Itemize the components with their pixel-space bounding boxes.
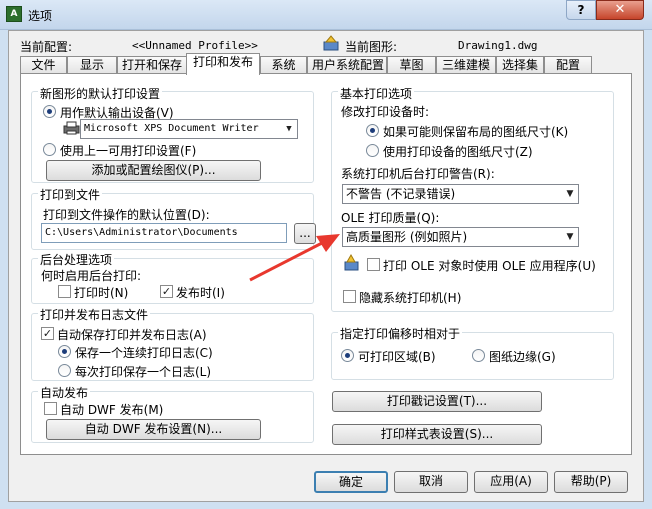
auto-dwf-checkbox[interactable] (44, 402, 57, 415)
tab-drafting[interactable]: 草图 (387, 56, 436, 74)
current-drawing-value: Drawing1.dwg (458, 39, 538, 52)
use-last-settings-radio[interactable] (43, 143, 56, 156)
tab-open-save[interactable]: 打开和保存 (117, 56, 187, 74)
chevron-down-icon: ▼ (566, 232, 574, 242)
cancel-button[interactable]: 取消 (394, 471, 468, 493)
default-device-select[interactable]: Microsoft XPS Document Writer ▼ (80, 119, 298, 139)
use-ole-app-label: 打印 OLE 对象时使用 OLE 应用程序(U) (383, 259, 596, 273)
browse-location-button[interactable]: ... (294, 223, 316, 244)
plot-offset-title: 指定打印偏移时相对于 (338, 325, 463, 342)
keep-layout-size-radio[interactable] (366, 124, 379, 137)
background-processing-title: 后台处理选项 (38, 251, 115, 268)
spooler-alert-label: 系统打印机后台打印警告(R): (341, 167, 495, 181)
tab-user-preferences[interactable]: 用户系统配置 (307, 56, 387, 74)
printer-icon (63, 121, 80, 135)
tab-3d-modeling[interactable]: 三维建模 (436, 56, 496, 74)
add-configure-plotter-button[interactable]: 添加或配置绘图仪(P)... (46, 160, 261, 181)
tab-plot-publish[interactable]: 打印和发布 (186, 53, 260, 75)
use-device-size-label: 使用打印设备的图纸尺寸(Z) (383, 145, 533, 159)
help-title-button[interactable]: ? (566, 0, 596, 20)
use-last-settings-label: 使用上一可用打印设置(F) (60, 144, 197, 158)
paper-edge-radio[interactable] (472, 349, 485, 362)
chevron-down-icon: ▼ (286, 124, 292, 134)
plot-stamp-settings-button[interactable]: 打印戳记设置(T)... (332, 391, 542, 412)
printable-area-label: 可打印区域(B) (358, 350, 436, 364)
spooler-alert-select[interactable]: 不警告 (不记录错误) ▼ (342, 184, 579, 204)
close-window-button[interactable]: ✕ (596, 0, 644, 20)
window-title: 选项 (28, 9, 53, 23)
tab-system[interactable]: 系统 (260, 56, 307, 74)
ole-quality-value: 高质量图形 (例如照片) (346, 230, 468, 244)
plot-style-table-settings-button[interactable]: 打印样式表设置(S)... (332, 424, 542, 445)
when-publishing-label: 发布时(I) (176, 286, 225, 300)
current-config-label: 当前配置: (20, 40, 73, 54)
drawing-file-icon (323, 35, 340, 51)
ok-button[interactable]: 确定 (314, 471, 388, 493)
tab-selection[interactable]: 选择集 (496, 56, 544, 74)
hide-system-printers-checkbox[interactable] (343, 290, 356, 303)
per-plot-log-label: 每次打印保存一个日志(L) (75, 365, 212, 379)
when-publishing-checkbox[interactable]: ✓ (160, 285, 173, 298)
plot-file-location-input[interactable]: C:\Users\Administrator\Documents (41, 223, 287, 243)
when-plotting-label: 打印时(N) (74, 286, 129, 300)
tab-files[interactable]: 文件 (20, 56, 67, 74)
paper-edge-label: 图纸边缘(G) (489, 350, 556, 364)
per-plot-log-radio[interactable] (58, 364, 71, 377)
auto-dwf-label: 自动 DWF 发布(M) (60, 403, 164, 417)
keep-layout-size-label: 如果可能则保留布局的图纸尺寸(K) (383, 125, 569, 139)
spooler-alert-value: 不警告 (不记录错误) (346, 187, 456, 201)
auto-save-log-label: 自动保存打印并发布日志(A) (57, 328, 207, 342)
enable-background-label: 何时启用后台打印: (41, 269, 142, 283)
when-plotting-checkbox[interactable] (58, 285, 71, 298)
hide-system-printers-label: 隐藏系统打印机(H) (359, 291, 462, 305)
chevron-down-icon: ▼ (566, 189, 574, 199)
log-file-title: 打印并发布日志文件 (38, 306, 151, 323)
help-button[interactable]: 帮助(P) (554, 471, 628, 493)
general-plot-options-title: 基本打印选项 (338, 85, 415, 102)
current-config-value: <<Unnamed Profile>> (132, 39, 258, 52)
use-default-device-radio[interactable] (43, 105, 56, 118)
continuous-log-radio[interactable] (58, 345, 71, 358)
ole-quality-label: OLE 打印质量(Q): (341, 211, 440, 225)
printable-area-radio[interactable] (341, 349, 354, 362)
ole-quality-select[interactable]: 高质量图形 (例如照片) ▼ (342, 227, 579, 247)
auto-dwf-settings-button[interactable]: 自动 DWF 发布设置(N)... (46, 419, 261, 440)
current-drawing-label: 当前图形: (345, 40, 398, 54)
modify-device-label: 修改打印设备时: (341, 105, 430, 119)
plot-to-file-title: 打印到文件 (38, 186, 103, 203)
continuous-log-label: 保存一个连续打印日志(C) (75, 346, 213, 360)
use-ole-app-checkbox[interactable] (367, 258, 380, 271)
title-bar (0, 0, 652, 30)
use-device-size-radio[interactable] (366, 144, 379, 157)
default-device-value: Microsoft XPS Document Writer (84, 123, 259, 134)
tab-profiles[interactable]: 配置 (544, 56, 592, 74)
auto-save-log-checkbox[interactable]: ✓ (41, 327, 54, 340)
apply-button[interactable]: 应用(A) (474, 471, 548, 493)
default-location-label: 打印到文件操作的默认位置(D): (43, 208, 210, 222)
auto-publish-title: 自动发布 (38, 384, 91, 401)
ole-object-icon (343, 253, 361, 271)
tab-display[interactable]: 显示 (67, 56, 117, 74)
autocad-app-icon: A (6, 6, 22, 22)
new-drawing-plot-title: 新图形的默认打印设置 (38, 85, 163, 102)
